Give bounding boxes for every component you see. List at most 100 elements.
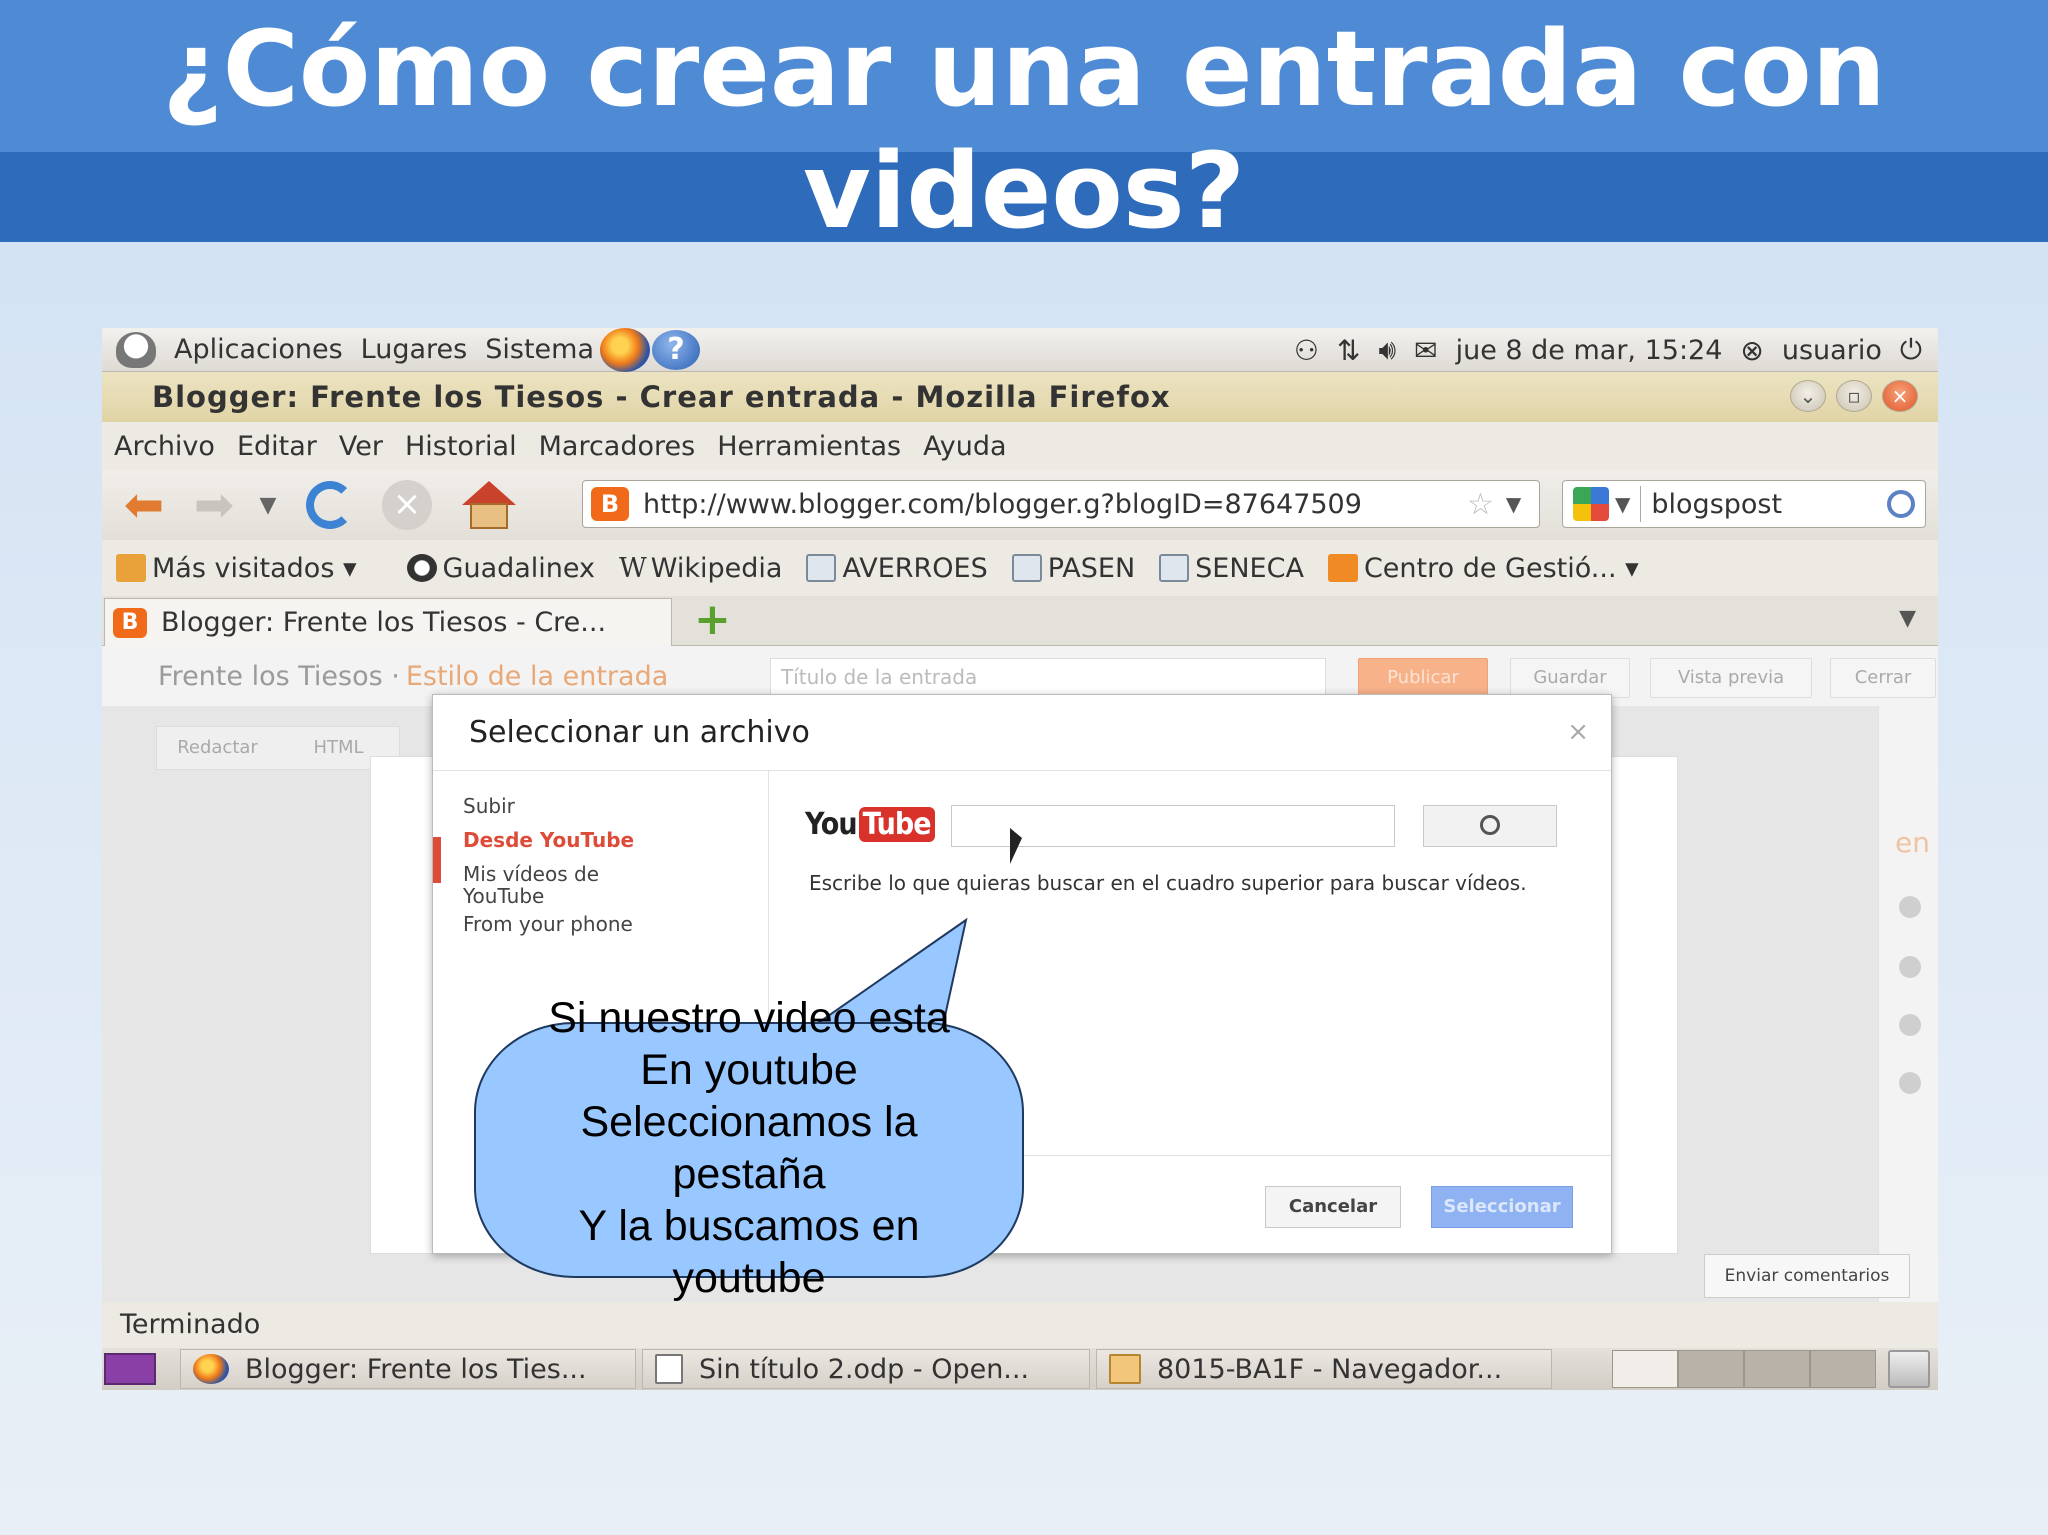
tab-redactar[interactable]: Redactar (157, 727, 278, 769)
workspace-3[interactable] (1744, 1350, 1810, 1388)
bookmark-label: Más visitados ▾ (152, 552, 357, 584)
slide-title: ¿Cómo crear una entrada con videos? (162, 8, 1886, 252)
menu-aplicaciones[interactable]: Aplicaciones (174, 334, 343, 365)
gnome-foot-icon[interactable] (116, 331, 156, 368)
menu-ayuda[interactable]: Ayuda (923, 431, 1006, 462)
history-dropdown-icon[interactable]: ▼ (248, 493, 288, 518)
home-icon[interactable] (462, 481, 516, 529)
menu-lugares[interactable]: Lugares (361, 334, 468, 365)
firefox-icon (193, 1354, 229, 1384)
close-window-icon[interactable]: × (1882, 380, 1918, 412)
minimize-icon[interactable]: ⌄ (1790, 380, 1826, 412)
trash-icon[interactable] (1888, 1350, 1930, 1388)
back-icon[interactable]: ⬅ (116, 477, 172, 533)
bookmark-guadalinex[interactable]: Guadalinex (406, 553, 595, 584)
nav-from-phone[interactable]: From your phone (463, 913, 743, 935)
mail-icon[interactable]: ✉ (1414, 334, 1437, 367)
bookmark-centro-gestion[interactable]: Centro de Gestió... ▾ (1327, 553, 1639, 584)
workspace-1[interactable] (1612, 1350, 1678, 1388)
task-firefox[interactable]: Blogger: Frente los Ties... (180, 1349, 636, 1389)
page-icon (1159, 554, 1190, 582)
save-button[interactable]: Guardar (1510, 658, 1630, 698)
nav-mis-videos[interactable]: Mis vídeos de YouTube (463, 863, 633, 907)
user-name[interactable]: usuario (1782, 335, 1882, 366)
help-icon[interactable]: ? (652, 329, 700, 370)
dialog-close-icon[interactable]: × (1567, 717, 1589, 747)
preview-button[interactable]: Vista previa (1650, 658, 1812, 698)
options-gear-icon[interactable] (1899, 1072, 1921, 1094)
menu-sistema[interactable]: Sistema (485, 334, 594, 365)
select-button[interactable]: Seleccionar (1431, 1186, 1573, 1228)
rss-icon (1327, 554, 1358, 582)
close-editor-button[interactable]: Cerrar (1830, 658, 1936, 698)
nav-desde-youtube[interactable]: Desde YouTube (463, 829, 743, 851)
post-settings-sidebar: en (1878, 706, 1938, 1302)
youtube-search-button[interactable] (1423, 805, 1557, 847)
clock[interactable]: jue 8 de mar, 15:24 (1456, 335, 1723, 366)
bookmark-wikipedia[interactable]: W Wikipedia (619, 553, 782, 584)
menu-historial[interactable]: Historial (405, 431, 517, 462)
menu-herramientas[interactable]: Herramientas (717, 431, 901, 462)
bottom-taskbar: Blogger: Frente los Ties... Sin título 2… (102, 1348, 1938, 1390)
network-icon[interactable]: ⇅ (1337, 334, 1360, 367)
callout-line: youtube (672, 1254, 826, 1302)
bookmark-seneca[interactable]: SENECA (1159, 553, 1304, 584)
volume-icon[interactable]: 🔊︎ (1378, 333, 1396, 367)
bookmark-averroes[interactable]: AVERROES (806, 552, 988, 584)
reload-icon[interactable] (306, 481, 354, 529)
task-impress[interactable]: Sin título 2.odp - Open... (642, 1349, 1090, 1389)
url-text[interactable]: http://www.blogger.com/blogger.g?blogID=… (643, 489, 1463, 520)
new-tab-icon[interactable]: + (694, 598, 731, 642)
menu-marcadores[interactable]: Marcadores (539, 431, 696, 462)
tab-strip: B Blogger: Frente los Tiesos - Cre... + … (102, 596, 1938, 646)
url-bar[interactable]: B http://www.blogger.com/blogger.g?blogI… (582, 480, 1540, 528)
url-dropdown-icon[interactable]: ▼ (1506, 492, 1521, 516)
callout-line: pestaña (672, 1150, 826, 1198)
menu-archivo[interactable]: Archivo (114, 431, 215, 462)
wikipedia-icon: W (619, 552, 647, 584)
nav-subir[interactable]: Subir (463, 795, 743, 817)
search-bar[interactable]: ▼ blogspost (1562, 480, 1926, 528)
task-image-browser[interactable]: 8015-BA1F - Navegador... (1096, 1349, 1552, 1389)
tab-blogger[interactable]: B Blogger: Frente los Tiesos - Cre... (104, 598, 672, 646)
search-icon[interactable] (1887, 490, 1915, 518)
blog-name[interactable]: Frente los Tiesos · (158, 661, 400, 692)
window-controls: ⌄ ▫ × (1790, 380, 1918, 412)
labels-icon[interactable] (1899, 896, 1921, 918)
bookmark-pasen[interactable]: PASEN (1011, 553, 1135, 584)
page-icon (806, 554, 837, 582)
location-icon[interactable] (1899, 1014, 1921, 1036)
callout-text: Si nuestro video esta En youtube Selecci… (474, 992, 1024, 1304)
tab-label: Blogger: Frente los Tiesos - Cre... (161, 607, 607, 638)
youtube-logo-tube: Tube (858, 807, 935, 842)
feedback-button[interactable]: Enviar comentarios (1704, 1254, 1910, 1298)
show-desktop-icon[interactable] (104, 1353, 156, 1385)
menu-ver[interactable]: Ver (339, 431, 383, 462)
workspace-4[interactable] (1810, 1350, 1876, 1388)
maximize-icon[interactable]: ▫ (1836, 380, 1872, 412)
bookmark-label: AVERROES (842, 552, 988, 584)
image-icon (1109, 1354, 1141, 1384)
page-icon (1011, 554, 1042, 582)
active-indicator (433, 837, 441, 883)
bookmark-mas-visitados[interactable]: Más visitados ▾ (116, 553, 357, 584)
stop-icon[interactable]: × (382, 480, 432, 530)
menu-editar[interactable]: Editar (237, 431, 317, 462)
publish-button[interactable]: Publicar (1358, 658, 1488, 698)
post-title-input[interactable]: Título de la entrada (770, 658, 1326, 696)
youtube-logo-you: You (805, 807, 858, 842)
power-icon[interactable]: ⏻ (1900, 333, 1922, 367)
workspace-2[interactable] (1678, 1350, 1744, 1388)
bookmark-label: SENECA (1195, 552, 1304, 584)
bookmark-star-icon[interactable]: ☆ (1467, 487, 1494, 522)
users-icon[interactable]: ⚇ (1294, 334, 1319, 367)
google-icon[interactable] (1573, 487, 1609, 521)
search-engine-dropdown-icon[interactable]: ▼ (1615, 492, 1630, 516)
schedule-icon[interactable] (1899, 956, 1921, 978)
tab-list-icon[interactable]: ▼ (1899, 606, 1916, 631)
firefox-launcher-icon[interactable] (600, 328, 650, 372)
tux-icon (406, 554, 437, 582)
cancel-button[interactable]: Cancelar (1265, 1186, 1401, 1228)
forward-icon[interactable]: ➡ (186, 477, 242, 533)
search-input[interactable]: blogspost (1651, 489, 1782, 520)
